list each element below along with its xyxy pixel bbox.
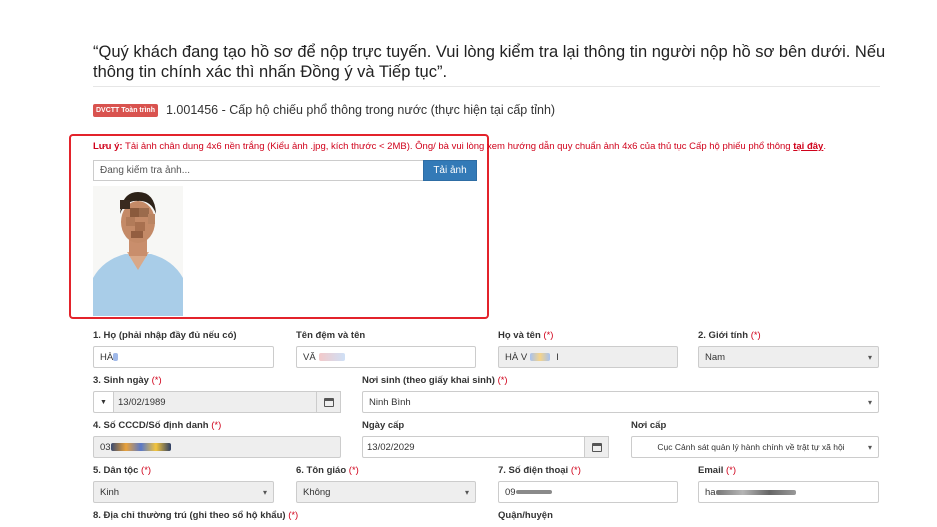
noi-cap-select[interactable]: Cục Cảnh sát quản lý hành chính về trật …: [631, 436, 879, 458]
ngay-cap-value: 13/02/2029: [362, 436, 585, 458]
dan-toc-select[interactable]: Kinh ▾: [93, 481, 274, 503]
chevron-down-icon: ▾: [464, 487, 469, 497]
ho-input[interactable]: HÀ: [93, 346, 274, 368]
ngay-cap-date[interactable]: 13/02/2029: [362, 436, 609, 458]
label-quan-huyen: Quận/huyện: [498, 510, 553, 521]
noi-sinh-select[interactable]: Ninh Bình ▾: [362, 391, 879, 413]
calendar-icon: [591, 442, 602, 452]
redaction: [113, 353, 119, 361]
calendar-button[interactable]: [317, 391, 341, 413]
note-suffix: .: [823, 141, 826, 152]
service-title: 1.001456 - Cấp hộ chiếu phổ thông trong …: [165, 103, 556, 117]
noi-sinh-value: Ninh Bình: [369, 396, 411, 408]
label-sdt: 7. Số điện thoại (*): [498, 465, 581, 476]
ho-va-ten-value: HÀ V: [505, 351, 528, 363]
ho-va-ten-input: HÀ VI: [498, 346, 678, 368]
label-ten-dem: Tên đệm và tên: [296, 330, 366, 341]
label-gioi-tinh: 2. Giới tính (*): [698, 330, 761, 341]
ton-giao-select[interactable]: Không ▾: [296, 481, 476, 503]
label-dan-toc: 5. Dân tộc (*): [93, 465, 152, 476]
ten-dem-value: VĂ: [303, 351, 316, 363]
ngay-sinh-value: 13/02/1989: [113, 391, 317, 413]
intro-message: “Quý khách đang tạo hồ sơ để nộp trực tu…: [93, 43, 886, 81]
label-ngay-cap: Ngày cấp: [362, 420, 405, 431]
upload-photo-button[interactable]: Tải ảnh: [423, 160, 477, 181]
redaction: [318, 353, 345, 361]
ten-dem-input[interactable]: VĂ: [296, 346, 476, 368]
cccd-input: 03: [93, 436, 341, 458]
portrait-image: [93, 186, 183, 316]
email-value: ha: [705, 486, 716, 498]
label-cccd: 4. Số CCCD/Số định danh (*): [93, 420, 222, 431]
gioi-tinh-select[interactable]: Nam ▾: [698, 346, 879, 368]
chevron-down-icon: ▾: [262, 487, 267, 497]
sdt-value: 09: [505, 486, 516, 498]
service-header: DVCTT Toàn trình 1.001456 - Cấp hộ chiếu…: [93, 103, 555, 117]
redaction: [110, 443, 171, 451]
chevron-down-icon: ▾: [867, 352, 872, 362]
photo-note: Lưu ý: Tải ảnh chân dung 4x6 nền trắng (…: [93, 141, 883, 153]
label-noi-sinh: Nơi sinh (theo giấy khai sinh) (*): [362, 375, 508, 386]
label-dia-chi: 8. Địa chỉ thường trú (ghi theo sổ hộ kh…: [93, 510, 299, 521]
label-ton-giao: 6. Tôn giáo (*): [296, 465, 359, 476]
redaction: [530, 353, 551, 361]
service-badge: DVCTT Toàn trình: [93, 103, 158, 117]
label-ho: 1. Họ (phải nhập đầy đủ nếu có): [93, 330, 237, 341]
gioi-tinh-value: Nam: [705, 351, 726, 363]
cccd-value: 03: [100, 441, 111, 453]
label-noi-cap: Nơi cấp: [631, 420, 667, 431]
triangle-down-icon[interactable]: ▼: [93, 391, 113, 413]
photo-status-input[interactable]: [93, 160, 423, 181]
label-email: Email (*): [698, 465, 737, 476]
guide-link[interactable]: tại đây: [793, 141, 823, 152]
dan-toc-value: Kinh: [100, 486, 120, 498]
note-text: Tải ảnh chân dung 4x6 nền trắng (Kiểu ản…: [122, 141, 794, 152]
label-ngay-sinh: 3. Sinh ngày (*): [93, 375, 162, 386]
sdt-input[interactable]: 09: [498, 481, 678, 503]
redaction: [715, 489, 796, 495]
noi-cap-value: Cục Cảnh sát quản lý hành chính về trật …: [657, 442, 845, 452]
photo-upload: Tải ảnh: [93, 160, 477, 181]
redaction: [515, 490, 552, 494]
ton-giao-value: Không: [303, 486, 331, 498]
email-input[interactable]: ha: [698, 481, 879, 503]
divider: [93, 86, 880, 87]
calendar-button[interactable]: [585, 436, 609, 458]
chevron-down-icon: ▾: [867, 442, 872, 452]
calendar-icon: [323, 397, 334, 407]
note-prefix: Lưu ý:: [93, 141, 123, 152]
chevron-down-icon: ▾: [867, 397, 872, 407]
portrait-photo: [93, 186, 183, 316]
ho-value: HÀ: [100, 351, 114, 363]
ngay-sinh-date[interactable]: ▼ 13/02/1989: [93, 391, 341, 413]
label-ho-va-ten: Họ và tên (*): [498, 330, 554, 341]
